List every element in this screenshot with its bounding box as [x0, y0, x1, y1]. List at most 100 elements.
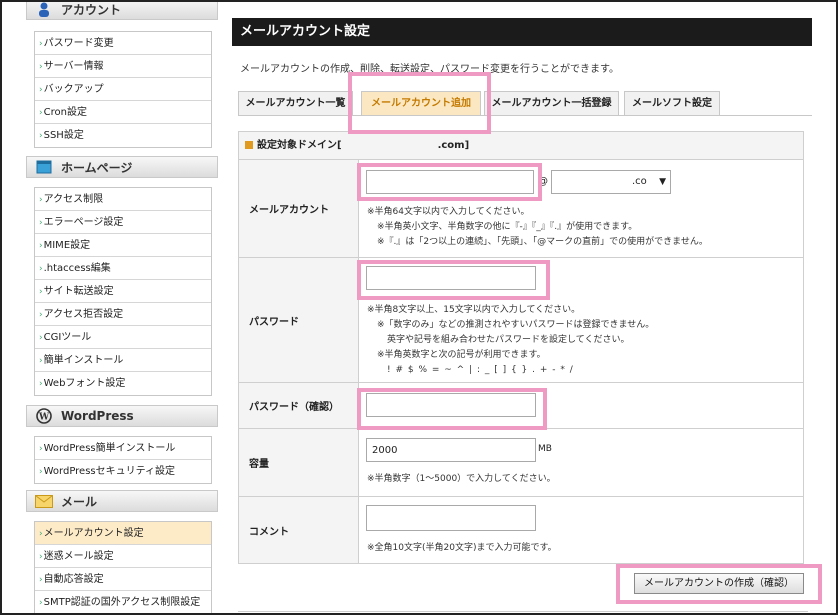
sidebar-item-web-font[interactable]: ›Webフォント設定 [35, 372, 211, 395]
sidebar-item-mime[interactable]: ›MIME設定 [35, 234, 211, 257]
note: ※半角英数字と次の記号が利用できます。 [377, 350, 546, 360]
sidebar-item-htaccess[interactable]: ›.htaccess編集 [35, 257, 211, 280]
sidebar-item-access-deny[interactable]: ›アクセス拒否設定 [35, 303, 211, 326]
arrow-icon: › [39, 552, 43, 562]
section-title: WordPress [61, 409, 134, 423]
sidebar-item-smtp-restrict[interactable]: ›SMTP認証の国外アクセス制限設定 [35, 591, 211, 613]
row-password: パスワード ※半角8文字以上、15文字以内で入力してください。 ※「数字のみ」な… [239, 258, 803, 383]
mail-nav-list: ›メールアカウント設定 ›迷惑メール設定 ›自動応答設定 ›SMTP認証の国外ア… [34, 521, 212, 613]
capacity-label: 容量 [239, 429, 359, 496]
sidebar-item-spam[interactable]: ›迷惑メール設定 [35, 545, 211, 568]
mail-account-label: メールアカウント [239, 160, 359, 257]
sidebar-item-site-forward[interactable]: ›サイト転送設定 [35, 280, 211, 303]
arrow-icon: › [39, 444, 43, 454]
domain-select[interactable]: .co ▼ [551, 170, 671, 194]
arrow-icon: › [39, 241, 43, 251]
arrow-icon: › [39, 287, 43, 297]
section-title: メール [61, 494, 98, 509]
arrow-icon: › [39, 39, 43, 49]
sidebar-item-error-page[interactable]: ›エラーページ設定 [35, 211, 211, 234]
password-confirm-input[interactable] [366, 393, 536, 417]
arrow-icon: › [39, 575, 43, 585]
section-header-wordpress[interactable]: W WordPress [26, 405, 218, 427]
mail-icon [35, 493, 53, 509]
main-content: メールアカウント設定 メールアカウントの作成、削除、転送設定、パスワード変更を行… [232, 18, 812, 564]
arrow-icon: › [39, 195, 43, 205]
note: ※半角64文字以内で入力してください。 [367, 207, 530, 217]
sidebar-item-wp-install[interactable]: ›WordPress簡単インストール [35, 437, 211, 460]
sidebar-item-ssh[interactable]: ›SSH設定 [35, 124, 211, 147]
sidebar-item-mail-account[interactable]: ›メールアカウント設定 [35, 522, 211, 545]
sidebar-item-easy-install[interactable]: ›簡単インストール [35, 349, 211, 372]
sidebar-item-cgi-tool[interactable]: ›CGIツール [35, 326, 211, 349]
user-icon [35, 2, 53, 17]
target-domain-bar: 設定対象ドメイン[ .com] [239, 132, 803, 160]
page-title: メールアカウント設定 [232, 18, 812, 46]
at-sign: @ [538, 176, 548, 187]
note: ※半角数字（1～5000）で入力してください。 [367, 474, 556, 484]
password-confirm-label: パスワード（確認） [239, 383, 359, 428]
homepage-nav-list: ›アクセス制限 ›エラーページ設定 ›MIME設定 ›.htaccess編集 ›… [34, 187, 212, 396]
arrow-icon: › [39, 356, 43, 366]
section-header-mail[interactable]: メール [26, 490, 218, 512]
sidebar: アカウント ›パスワード変更 ›サーバー情報 ›バックアップ ›Cron設定 ›… [24, 2, 220, 613]
arrow-icon: › [39, 310, 43, 320]
sidebar-item-server-info[interactable]: ›サーバー情報 [35, 55, 211, 78]
tab-account-list[interactable]: メールアカウント一覧 [238, 91, 353, 115]
domain-suffix: .com] [437, 140, 470, 151]
allowed-symbols: ! # $ % = ~ ^ | : _ [ ] { } . + - * / [387, 365, 573, 375]
comment-input[interactable] [366, 505, 536, 531]
sidebar-item-password-change[interactable]: ›パスワード変更 [35, 32, 211, 55]
bullet-icon [245, 141, 253, 149]
page-description: メールアカウントの作成、削除、転送設定、パスワード変更を行うことができます。 [240, 64, 619, 75]
add-account-form: 設定対象ドメイン[ .com] メールアカウント @ .co ▼ ※半角64文字以… [238, 131, 804, 564]
sidebar-item-auto-reply[interactable]: ›自動応答設定 [35, 568, 211, 591]
create-account-confirm-button[interactable]: メールアカウントの作成（確認） [634, 573, 804, 594]
chevron-down-icon: ▼ [659, 177, 666, 187]
capacity-unit: MB [538, 444, 552, 454]
tab-account-add[interactable]: メールアカウント追加 [361, 91, 481, 115]
note: ※半角8文字以上、15文字以内で入力してください。 [367, 305, 581, 315]
arrow-icon: › [39, 379, 43, 389]
wordpress-icon: W [35, 408, 53, 424]
tab-mail-software[interactable]: メールソフト設定 [624, 91, 720, 115]
arrow-icon: › [39, 131, 43, 141]
note: ※『.』は「2つ以上の連続」、「先頭」、「@マークの直前」での使用ができません。 [377, 237, 708, 247]
password-input[interactable] [366, 266, 536, 290]
svg-text:W: W [38, 413, 50, 423]
sidebar-item-wp-security[interactable]: ›WordPressセキュリティ設定 [35, 460, 211, 483]
note: ※半角英小文字、半角数字の他に『-』『_』『.』が使用できます。 [377, 222, 638, 232]
comment-label: コメント [239, 497, 359, 563]
row-mail-account: メールアカウント @ .co ▼ ※半角64文字以内で入力してください。 ※半角… [239, 160, 803, 258]
bottom-divider [238, 611, 808, 612]
account-nav-list: ›パスワード変更 ›サーバー情報 ›バックアップ ›Cron設定 ›SSH設定 [34, 31, 212, 148]
section-header-homepage[interactable]: ホームページ [26, 156, 218, 178]
section-title: アカウント [61, 2, 122, 17]
arrow-icon: › [39, 108, 43, 118]
homepage-icon [35, 159, 53, 175]
capacity-input[interactable] [366, 438, 536, 462]
domain-name-redacted [342, 138, 438, 150]
note: 英字や記号を組み合わせたパスワードを設定してください。 [387, 335, 630, 345]
row-capacity: 容量 MB ※半角数字（1～5000）で入力してください。 [239, 429, 803, 497]
arrow-icon: › [39, 333, 43, 343]
arrow-icon: › [39, 529, 43, 539]
arrow-icon: › [39, 85, 43, 95]
section-header-account[interactable]: アカウント [26, 2, 218, 20]
arrow-icon: › [39, 598, 43, 608]
domain-label: 設定対象ドメイン[ [257, 140, 342, 151]
row-password-confirm: パスワード（確認） [239, 383, 803, 429]
password-label: パスワード [239, 258, 359, 382]
tab-divider [238, 115, 812, 116]
sidebar-item-cron[interactable]: ›Cron設定 [35, 101, 211, 124]
arrow-icon: › [39, 467, 43, 477]
section-title: ホームページ [61, 160, 133, 175]
note: ※全角10文字(半角20文字)まで入力可能です。 [367, 543, 557, 553]
arrow-icon: › [39, 264, 43, 274]
tab-bulk-register[interactable]: メールアカウント一括登録 [484, 91, 619, 115]
sidebar-item-backup[interactable]: ›バックアップ [35, 78, 211, 101]
sidebar-item-access-limit[interactable]: ›アクセス制限 [35, 188, 211, 211]
wordpress-nav-list: ›WordPress簡単インストール ›WordPressセキュリティ設定 [34, 436, 212, 484]
row-comment: コメント ※全角10文字(半角20文字)まで入力可能です。 [239, 497, 803, 563]
mail-account-input[interactable] [366, 170, 534, 194]
